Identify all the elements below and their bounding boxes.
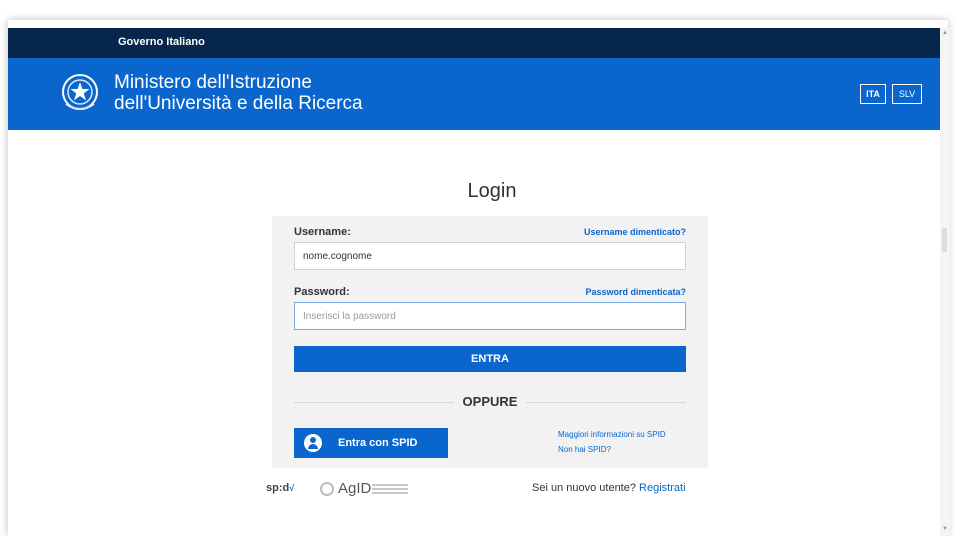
login-form: Username: Username dimenticato? Password… [272, 216, 708, 468]
scrollbar[interactable]: ▲ ▼ [940, 28, 950, 536]
language-ita-button[interactable]: ITA [860, 84, 886, 104]
divider-left [294, 402, 454, 403]
spid-user-icon [304, 434, 322, 452]
username-forgot-link[interactable]: Username dimenticato? [584, 227, 686, 237]
ministry-title-line2: dell'Università e della Ricerca [114, 93, 363, 114]
ministry-title[interactable]: Ministero dell'Istruzione dell'Universit… [114, 72, 363, 114]
username-label: Username: [294, 226, 351, 238]
scroll-thumb[interactable] [942, 228, 947, 252]
spid-info-link[interactable]: Maggiori informazioni su SPID [558, 430, 666, 439]
agid-logo-text: AgID [338, 480, 372, 497]
password-label: Password: [294, 286, 350, 298]
scroll-up-arrow-icon[interactable]: ▲ [942, 30, 948, 36]
language-slv-button[interactable]: SLV [892, 84, 922, 104]
spid-missing-link[interactable]: Non hai SPID? [558, 445, 611, 454]
ministry-title-line1: Ministero dell'Istruzione [114, 72, 312, 93]
divider-right [526, 402, 686, 403]
username-input[interactable] [294, 242, 686, 270]
login-submit-button[interactable]: ENTRA [294, 346, 686, 372]
agid-logo: AgID [320, 480, 420, 500]
page-title: Login [467, 180, 517, 202]
spid-button-label: Entra con SPID [338, 437, 418, 449]
new-user-text: Sei un nuovo utente? [532, 482, 636, 494]
government-bar: Governo Italiano [8, 28, 948, 58]
spid-logo-mark: √ [289, 483, 295, 493]
register-link[interactable]: Registrati [639, 482, 685, 494]
italian-emblem-icon [62, 74, 98, 110]
agid-logo-subtitle [372, 484, 408, 494]
spid-login-button[interactable]: Entra con SPID [294, 428, 448, 458]
spid-logo-text: sp:d [266, 482, 290, 494]
scroll-down-arrow-icon[interactable]: ▼ [942, 526, 948, 532]
password-input[interactable] [294, 302, 686, 330]
government-label: Governo Italiano [118, 36, 205, 48]
new-user-prompt: Sei un nuovo utente? Registrati [532, 482, 686, 494]
password-forgot-link[interactable]: Password dimenticata? [585, 287, 686, 297]
browser-viewport: Governo Italiano Ministero dell'Istruzio… [8, 20, 948, 536]
spid-logo: sp:d√ [266, 482, 294, 494]
ministry-header: Ministero dell'Istruzione dell'Universit… [8, 58, 948, 130]
agid-logo-icon [320, 482, 334, 496]
or-separator: OPPURE [462, 394, 518, 409]
